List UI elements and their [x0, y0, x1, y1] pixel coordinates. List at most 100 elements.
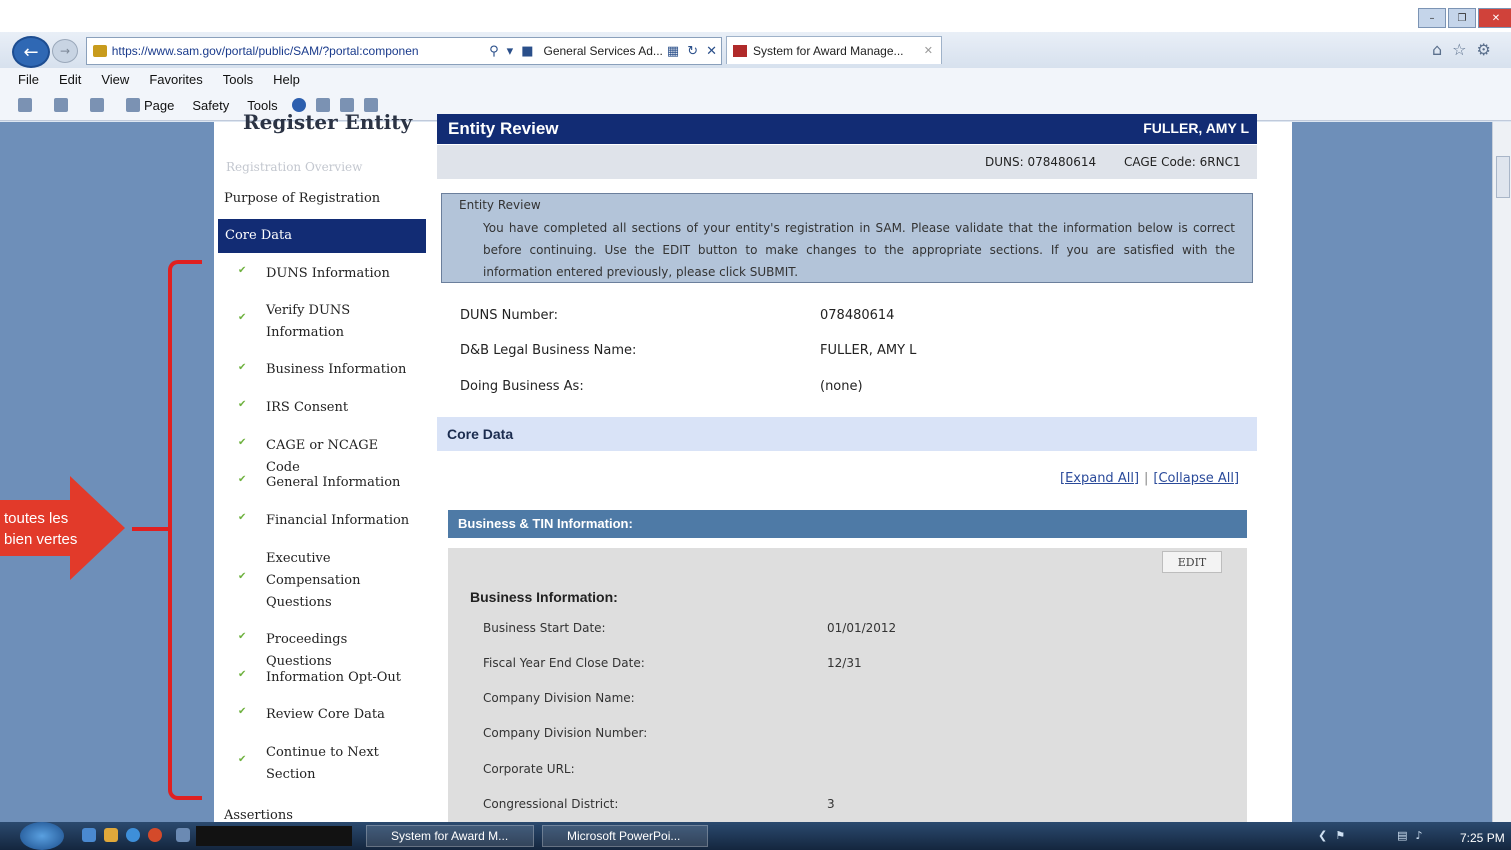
feeds-icon[interactable] — [54, 98, 68, 112]
expand-all-link[interactable]: [Expand All] — [1060, 471, 1139, 486]
folder-icon[interactable] — [176, 828, 190, 842]
site-identity[interactable]: General Services Ad... — [544, 44, 663, 58]
system-tray: ❮ ⚑ ▤ ♪ — [1318, 829, 1423, 842]
window-controls: – ❐ ✕ — [1418, 8, 1511, 28]
sidebar-subitem-verify-duns[interactable]: Verify DUNS Information — [266, 300, 416, 344]
tab-favicon — [733, 44, 747, 57]
sidebar-subitem-continue[interactable]: Continue to Next Section — [266, 742, 386, 786]
home-cmd-icon[interactable] — [18, 98, 32, 112]
check-icon: ✔ — [238, 399, 247, 410]
menu-help[interactable]: Help — [273, 72, 300, 87]
sidebar-subitem-review-core-data[interactable]: Review Core Data — [266, 704, 416, 726]
mail-icon[interactable] — [90, 98, 104, 112]
congressional-district-label: Congressional District: — [483, 797, 619, 811]
business-tin-title: Business & TIN Information: — [458, 516, 633, 531]
redacted-taskbar-item[interactable] — [196, 826, 352, 846]
title-band — [0, 0, 1511, 32]
core-data-title: Core Data — [447, 426, 514, 442]
entity-name: FULLER, AMY L — [1143, 120, 1249, 136]
sidebar-subitem-opt-out[interactable]: Information Opt-Out — [266, 667, 416, 689]
menu-view[interactable]: View — [101, 72, 129, 87]
tab-close-icon[interactable]: ✕ — [924, 44, 933, 57]
check-icon: ✔ — [238, 362, 247, 373]
tray-network-icon[interactable]: ▤ — [1397, 829, 1407, 842]
sidebar-subitem-general-information[interactable]: General Information — [266, 472, 416, 494]
check-icon: ✔ — [238, 312, 247, 323]
page-menu[interactable]: Page — [144, 98, 174, 113]
duns-number-value: 078480614 — [820, 308, 895, 323]
tab-active[interactable]: System for Award Manage... ✕ — [726, 36, 942, 64]
home-icon[interactable]: ⌂ — [1432, 40, 1442, 59]
menu-tools[interactable]: Tools — [223, 72, 253, 87]
check-icon: ✔ — [238, 571, 247, 582]
check-icon: ✔ — [238, 512, 247, 523]
menu-file[interactable]: File — [18, 72, 39, 87]
minimize-button[interactable]: – — [1418, 8, 1446, 28]
sidebar-item-overview[interactable]: Registration Overview — [226, 160, 362, 174]
dba-label: Doing Business As: — [460, 379, 584, 394]
ie-icon[interactable] — [126, 828, 140, 842]
print-icon[interactable] — [126, 98, 140, 112]
app-icon[interactable] — [148, 828, 162, 842]
back-button[interactable]: ← — [12, 36, 50, 68]
check-icon: ✔ — [238, 754, 247, 765]
address-bar[interactable]: https://www.sam.gov/portal/public/SAM/?p… — [86, 37, 722, 65]
legal-name-value: FULLER, AMY L — [820, 343, 917, 358]
close-button[interactable]: ✕ — [1478, 8, 1511, 28]
taskbar-item-powerpoint[interactable]: Microsoft PowerPoi... — [542, 825, 708, 847]
start-button[interactable] — [20, 822, 64, 850]
annotation-text: toutes les bien vertes — [4, 508, 77, 550]
tray-flag-icon[interactable]: ⚑ — [1335, 829, 1345, 842]
core-data-band: Core Data — [437, 417, 1257, 451]
dropdown-icon[interactable]: ▾ — [507, 44, 514, 59]
check-icon: ✔ — [238, 474, 247, 485]
safety-menu[interactable]: Safety — [192, 98, 229, 113]
show-desktop-icon[interactable] — [82, 828, 96, 842]
vertical-scrollbar[interactable] — [1492, 122, 1511, 822]
tab-label: System for Award Manage... — [753, 43, 904, 58]
maximize-button[interactable]: ❐ — [1448, 8, 1476, 28]
compat-view-icon[interactable]: ▦ — [667, 44, 679, 59]
sidebar-subitem-executive-compensation[interactable]: Executive Compensation Questions — [266, 548, 376, 614]
tray-volume-icon[interactable]: ♪ — [1416, 829, 1423, 842]
menu-favorites[interactable]: Favorites — [149, 72, 202, 87]
check-icon: ✔ — [238, 669, 247, 680]
scrollbar-thumb[interactable] — [1496, 156, 1510, 198]
business-info-subtitle: Business Information: — [470, 589, 618, 605]
collapse-all-link[interactable]: [Collapse All] — [1153, 471, 1239, 486]
forward-button[interactable]: → — [52, 39, 78, 63]
menu-edit[interactable]: Edit — [59, 72, 81, 87]
favorites-star-icon[interactable]: ☆ — [1452, 40, 1466, 59]
tray-expand-icon[interactable]: ❮ — [1318, 829, 1327, 842]
sidebar-item-purpose[interactable]: Purpose of Registration — [224, 191, 380, 206]
cage-label: CAGE Code: 6RNC1 — [1124, 155, 1241, 169]
business-tin-header[interactable]: Business & TIN Information: — [448, 510, 1247, 538]
sidebar-subitem-financial-information[interactable]: Financial Information — [266, 510, 416, 532]
menu-bar: File Edit View Favorites Tools Help — [0, 68, 1511, 90]
site-favicon — [93, 45, 107, 57]
settings-gear-icon[interactable]: ⚙ — [1477, 40, 1491, 59]
congressional-district-value: 3 — [827, 797, 835, 811]
red-arrow-head — [70, 476, 125, 580]
sidebar-subitem-business-information[interactable]: Business Information — [266, 359, 416, 381]
sidebar-subitem-irs-consent[interactable]: IRS Consent — [266, 397, 416, 419]
edit-button[interactable]: EDIT — [1162, 551, 1222, 573]
sidebar-item-core-data[interactable]: Core Data — [218, 219, 426, 253]
media-player-icon[interactable] — [104, 828, 118, 842]
sidebar-title: Register Entity — [243, 110, 413, 134]
page-title: Entity Review — [448, 119, 559, 138]
expand-collapse-links: [Expand All] | [Collapse All] — [1060, 471, 1239, 486]
taskbar-item-browser[interactable]: System for Award M... — [366, 825, 534, 847]
business-start-date-label: Business Start Date: — [483, 621, 606, 635]
review-box-title: Entity Review — [459, 198, 541, 212]
link-separator: | — [1144, 471, 1149, 486]
annotation-line-1: toutes les — [4, 510, 69, 527]
stop-icon[interactable]: ✕ — [706, 44, 717, 59]
sidebar-item-assertions[interactable]: Assertions — [224, 808, 293, 823]
search-icon[interactable]: ⚲ — [489, 44, 499, 59]
back-arrow-icon: ← — [23, 41, 39, 63]
address-url[interactable]: https://www.sam.gov/portal/public/SAM/?p… — [112, 44, 485, 58]
sidebar-subitem-duns-information[interactable]: DUNS Information — [266, 263, 416, 285]
business-start-date-value: 01/01/2012 — [827, 621, 897, 635]
refresh-icon[interactable]: ↻ — [687, 44, 698, 59]
